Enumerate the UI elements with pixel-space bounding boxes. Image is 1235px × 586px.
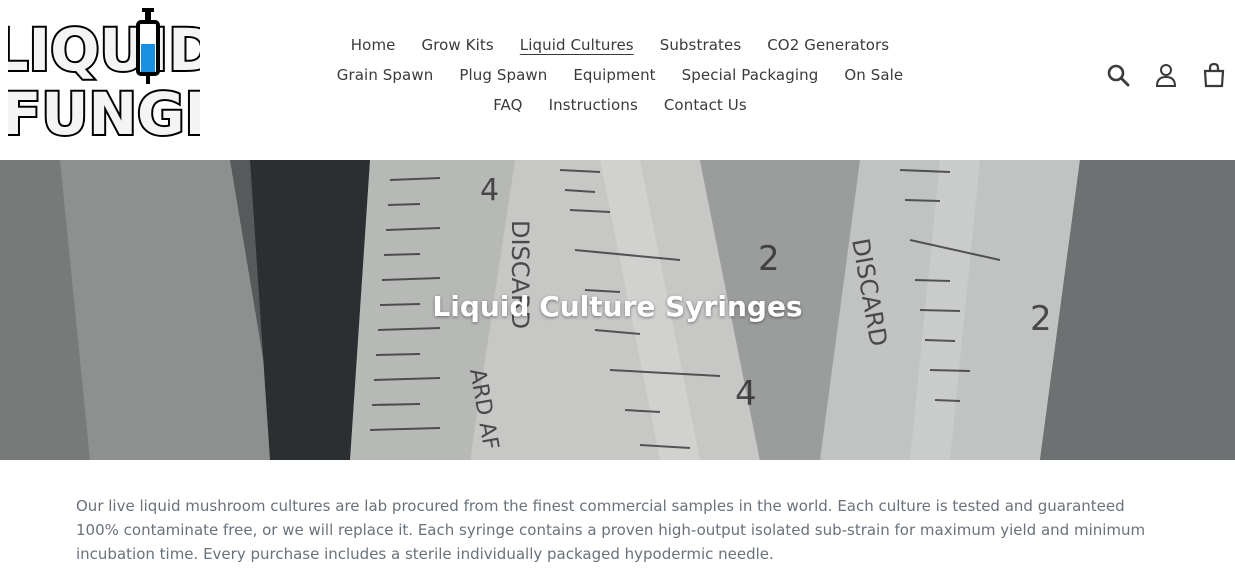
svg-text:2: 2 bbox=[758, 239, 780, 279]
nav-link-contact-us[interactable]: Contact Us bbox=[651, 96, 760, 114]
nav-link-on-sale[interactable]: On Sale bbox=[831, 66, 916, 84]
svg-text:4: 4 bbox=[480, 173, 499, 208]
nav-link-substrates[interactable]: Substrates bbox=[647, 36, 755, 54]
liquid-fungi-logo: LIQUID FUNGI bbox=[8, 8, 200, 144]
nav-row-3: FAQ Instructions Contact Us bbox=[300, 90, 940, 120]
page-title: Liquid Culture Syringes bbox=[432, 290, 803, 323]
collection-description: Our live liquid mushroom cultures are la… bbox=[76, 497, 1146, 563]
nav-link-plug-spawn[interactable]: Plug Spawn bbox=[446, 66, 560, 84]
logo-line2: FUNGI bbox=[8, 80, 200, 144]
hero-banner: 4 DISCARD 2 4 DISCARD 2 ARD AF Liquid Cu… bbox=[0, 160, 1235, 460]
svg-text:4: 4 bbox=[735, 374, 757, 414]
cart-icon[interactable] bbox=[1201, 60, 1227, 90]
nav-link-home[interactable]: Home bbox=[338, 36, 409, 54]
nav-link-faq[interactable]: FAQ bbox=[480, 96, 535, 114]
nav-link-grow-kits[interactable]: Grow Kits bbox=[408, 36, 506, 54]
logo-line1: LIQUID bbox=[8, 16, 200, 84]
nav-link-co2-generators[interactable]: CO2 Generators bbox=[754, 36, 902, 54]
nav-link-instructions[interactable]: Instructions bbox=[536, 96, 651, 114]
nav-row-2: Grain Spawn Plug Spawn Equipment Special… bbox=[300, 60, 940, 90]
nav-row-1: Home Grow Kits Liquid Cultures Substrate… bbox=[300, 30, 940, 60]
account-icon[interactable] bbox=[1153, 60, 1179, 90]
site-logo[interactable]: LIQUID FUNGI bbox=[8, 8, 200, 144]
site-header: LIQUID FUNGI Home Grow Kits Liquid Cultu… bbox=[0, 0, 1235, 160]
search-icon[interactable] bbox=[1105, 60, 1131, 90]
nav-link-equipment[interactable]: Equipment bbox=[560, 66, 668, 84]
nav-link-liquid-cultures[interactable]: Liquid Cultures bbox=[507, 36, 647, 54]
nav-link-special-packaging[interactable]: Special Packaging bbox=[669, 66, 832, 84]
main-navigation: Home Grow Kits Liquid Cultures Substrate… bbox=[300, 30, 940, 120]
nav-link-grain-spawn[interactable]: Grain Spawn bbox=[324, 66, 447, 84]
header-icons bbox=[1105, 60, 1227, 90]
